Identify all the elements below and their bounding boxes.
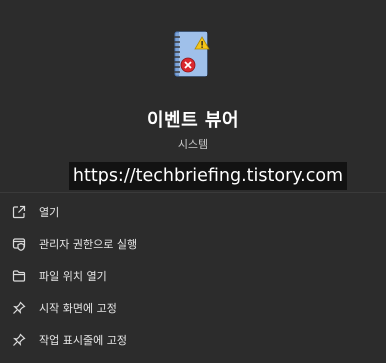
watermark-overlay: https://techbriefing.tistory.com [69,162,347,190]
app-type: 시스템 [177,138,209,151]
menu-item-label: 열기 [39,206,60,219]
menu-item-open-file-location[interactable]: 파일 위치 열기 [0,260,386,292]
menu-item-label: 파일 위치 열기 [39,270,107,283]
menu-item-pin-to-start[interactable]: 시작 화면에 고정 [0,292,386,324]
context-menu: 열기 관리자 권한으로 실행 파일 위치 열기 시작 화면에 고정 작업 표시줄… [0,196,386,356]
pin-icon [11,332,27,348]
menu-item-pin-to-taskbar[interactable]: 작업 표시줄에 고정 [0,324,386,356]
open-external-icon [11,204,27,220]
divider [0,192,386,193]
pin-icon [11,300,27,316]
menu-item-label: 작업 표시줄에 고정 [39,334,127,347]
app-context-panel: 이벤트 뷰어 시스템 https://techbriefing.tistory.… [0,0,386,363]
app-name: 이벤트 뷰어 [146,110,240,131]
menu-item-open[interactable]: 열기 [0,196,386,228]
event-viewer-app-icon [171,28,215,80]
folder-icon [11,268,27,284]
menu-item-label: 시작 화면에 고정 [39,302,117,315]
menu-item-run-as-admin[interactable]: 관리자 권한으로 실행 [0,228,386,260]
run-as-admin-shield-icon [11,236,27,252]
menu-item-label: 관리자 권한으로 실행 [39,238,138,251]
